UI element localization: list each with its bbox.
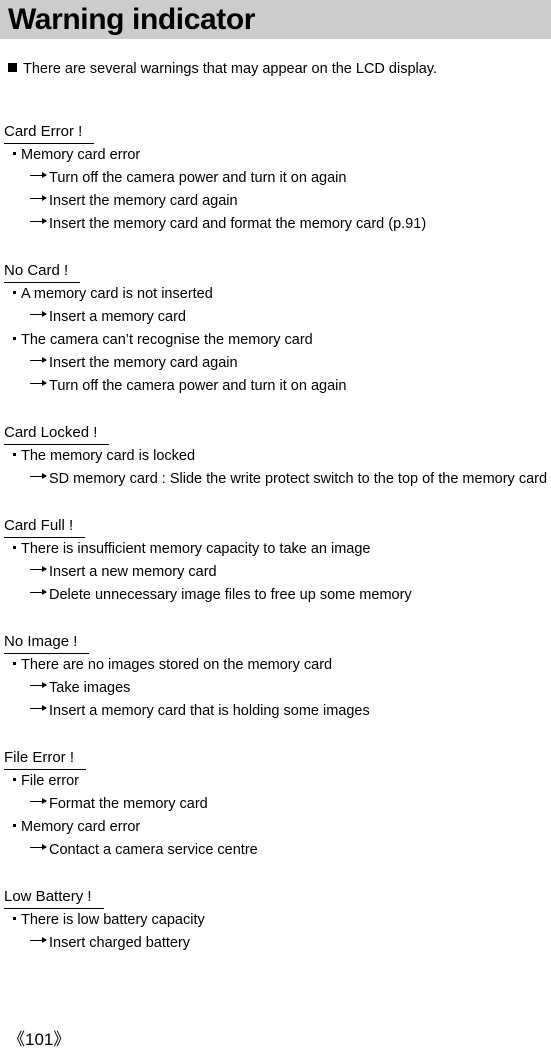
warning-remedy-text: Delete unnecessary image files to free u… bbox=[49, 587, 412, 603]
warning-remedy-item: Insert the memory card again bbox=[30, 354, 551, 377]
warning-remedy-text: SD memory card : Slide the write protect… bbox=[49, 471, 548, 487]
long-right-arrow-icon bbox=[30, 680, 48, 689]
warning-remedy-item: Insert charged battery bbox=[30, 934, 551, 957]
warning-cause-item: There is low battery capacity bbox=[13, 911, 551, 934]
warning-cause-text: The memory card is locked bbox=[21, 448, 196, 464]
warning-cause-item: Memory card error bbox=[13, 818, 551, 841]
middot-bullet-icon bbox=[13, 824, 16, 827]
warning-section-heading: Card Error ! bbox=[4, 122, 95, 144]
warning-cause-item: The memory card is locked bbox=[13, 447, 551, 470]
warning-section: Card Locked ! The memory card is locked SD… bbox=[0, 423, 551, 493]
warning-remedy-text: Take images bbox=[49, 680, 131, 696]
warning-cause-item: There are no images stored on the memory… bbox=[13, 656, 551, 679]
middot-bullet-icon bbox=[13, 152, 16, 155]
long-right-arrow-icon bbox=[30, 193, 48, 202]
warning-section: Card Error ! Memory card error Turn off th… bbox=[0, 122, 551, 238]
middot-bullet-icon bbox=[13, 337, 16, 340]
warning-section-heading: Card Locked ! bbox=[4, 423, 110, 445]
warning-remedy-text: Contact a camera service centre bbox=[49, 842, 258, 858]
warning-cause-text: There is insufficient memory capacity to… bbox=[21, 541, 371, 557]
warning-remedy-text: Insert the memory card and format the me… bbox=[49, 216, 427, 232]
warning-cause-item: File error bbox=[13, 772, 551, 795]
warning-remedy-text: Insert a new memory card bbox=[49, 564, 217, 580]
warning-section: No Card ! A memory card is not inserted In… bbox=[0, 261, 551, 400]
intro-line: There are several warnings that may appe… bbox=[8, 60, 437, 78]
middot-bullet-icon bbox=[13, 291, 16, 294]
warning-section-heading: Low Battery ! bbox=[4, 887, 104, 909]
warning-remedy-item: Take images bbox=[30, 679, 551, 702]
middot-bullet-icon bbox=[13, 917, 16, 920]
warning-remedy-text: Turn off the camera power and turn it on… bbox=[49, 378, 347, 394]
warning-cause-text: Memory card error bbox=[21, 147, 141, 163]
page-header-band: Warning indicator bbox=[0, 0, 551, 39]
warning-sections-list: Card Error ! Memory card error Turn off th… bbox=[0, 122, 551, 957]
warning-cause-item: There is insufficient memory capacity to… bbox=[13, 540, 551, 563]
middot-bullet-icon bbox=[13, 453, 16, 456]
long-right-arrow-icon bbox=[30, 703, 48, 712]
warning-remedy-item: Delete unnecessary image files to free u… bbox=[30, 586, 551, 609]
warning-section: Card Full ! There is insufficient memory … bbox=[0, 516, 551, 609]
warning-section: No Image ! There are no images stored on … bbox=[0, 632, 551, 725]
middot-bullet-icon bbox=[13, 546, 16, 549]
warning-cause-text: The camera can’t recognise the memory ca… bbox=[21, 332, 313, 348]
warning-remedy-item: Insert the memory card again bbox=[30, 192, 551, 215]
warning-remedy-item: Contact a camera service centre bbox=[30, 841, 551, 864]
long-right-arrow-icon bbox=[30, 216, 48, 225]
warning-cause-text: A memory card is not inserted bbox=[21, 286, 213, 302]
long-right-arrow-icon bbox=[30, 170, 48, 179]
warning-remedy-item: Insert the memory card and format the me… bbox=[30, 215, 551, 238]
warning-remedy-text: Insert the memory card again bbox=[49, 193, 238, 209]
warning-remedy-item: Insert a new memory card bbox=[30, 563, 551, 586]
long-right-arrow-icon bbox=[30, 309, 48, 318]
warning-remedy-text: Insert a memory card that is holding som… bbox=[49, 703, 370, 719]
long-right-arrow-icon bbox=[30, 564, 48, 573]
warning-section-heading: Card Full ! bbox=[4, 516, 86, 538]
long-right-arrow-icon bbox=[30, 796, 48, 805]
page-title: Warning indicator bbox=[8, 3, 256, 36]
warning-remedy-item: Insert a memory card that is holding som… bbox=[30, 702, 551, 725]
warning-remedy-item: Turn off the camera power and turn it on… bbox=[30, 169, 551, 192]
warning-cause-text: There are no images stored on the memory… bbox=[21, 657, 333, 673]
warning-cause-item: Memory card error bbox=[13, 146, 551, 169]
long-right-arrow-icon bbox=[30, 587, 48, 596]
warning-remedy-item: Insert a memory card bbox=[30, 308, 551, 331]
warning-cause-item: A memory card is not inserted bbox=[13, 285, 551, 308]
long-right-arrow-icon bbox=[30, 378, 48, 387]
intro-text: There are several warnings that may appe… bbox=[23, 61, 438, 77]
warning-section-heading: File Error ! bbox=[4, 748, 87, 770]
long-right-arrow-icon bbox=[30, 471, 48, 480]
warning-remedy-item: Format the memory card bbox=[30, 795, 551, 818]
warning-remedy-text: Insert the memory card again bbox=[49, 355, 238, 371]
warning-section: File Error ! File error Format the memory … bbox=[0, 748, 551, 864]
long-right-arrow-icon bbox=[30, 842, 48, 851]
warning-remedy-text: Insert charged battery bbox=[49, 935, 191, 951]
warning-cause-text: Memory card error bbox=[21, 819, 141, 835]
long-right-arrow-icon bbox=[30, 355, 48, 364]
warning-cause-item: The camera can’t recognise the memory ca… bbox=[13, 331, 551, 354]
middot-bullet-icon bbox=[13, 778, 16, 781]
warning-remedy-text: Insert a memory card bbox=[49, 309, 186, 325]
page-number: 《101》 bbox=[8, 1030, 71, 1049]
middot-bullet-icon bbox=[13, 662, 16, 665]
warning-remedy-item: SD memory card : Slide the write protect… bbox=[30, 470, 551, 493]
warning-cause-text: File error bbox=[21, 773, 80, 789]
warning-section-heading: No Card ! bbox=[4, 261, 81, 283]
long-right-arrow-icon bbox=[30, 935, 48, 944]
warning-section: Low Battery ! There is low battery capaci… bbox=[0, 887, 551, 957]
warning-remedy-text: Format the memory card bbox=[49, 796, 208, 812]
filled-square-bullet-icon bbox=[8, 63, 17, 72]
warning-section-heading: No Image ! bbox=[4, 632, 90, 654]
warning-remedy-item: Turn off the camera power and turn it on… bbox=[30, 377, 551, 400]
warning-cause-text: There is low battery capacity bbox=[21, 912, 205, 928]
warning-remedy-text: Turn off the camera power and turn it on… bbox=[49, 170, 347, 186]
